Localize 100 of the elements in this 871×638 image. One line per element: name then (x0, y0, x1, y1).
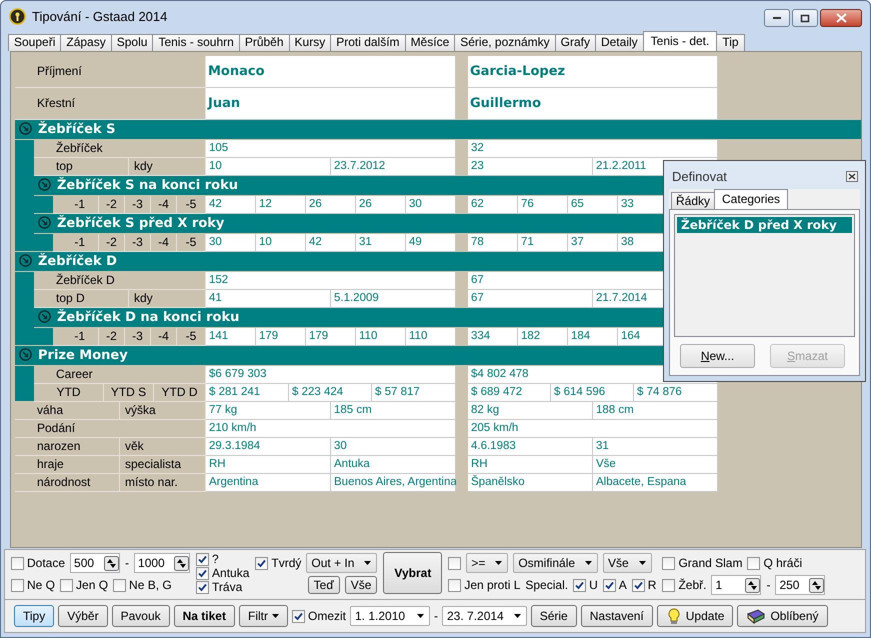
checkbox-label: U (589, 578, 598, 592)
checkbox-label: A (618, 578, 627, 592)
checkbox[interactable] (11, 556, 24, 570)
tab[interactable]: Detaily (594, 34, 644, 51)
button[interactable]: Série (530, 605, 577, 627)
checkbox[interactable] (632, 578, 645, 592)
row-label: -1 (53, 234, 99, 252)
checkbox[interactable] (196, 566, 210, 580)
value-cell: 26 (356, 196, 406, 214)
checkbox-label: ? (212, 552, 219, 566)
checkbox[interactable] (448, 556, 462, 570)
value-cell: 42 (306, 234, 356, 252)
dropdown[interactable]: Vše (603, 553, 652, 573)
row-label: hraje (15, 456, 120, 474)
checkbox-label: Ne Q (27, 578, 56, 592)
caret-icon (585, 561, 592, 565)
tab[interactable]: Průběh (238, 34, 290, 51)
value-cell: 65 (568, 196, 618, 214)
button[interactable]: Teď (308, 576, 340, 594)
tab[interactable]: Kursy (288, 34, 332, 51)
number-field[interactable]: 500 (70, 553, 120, 573)
tab[interactable]: Tip (716, 34, 745, 51)
number-field[interactable]: 1 (711, 575, 762, 595)
checkbox[interactable] (662, 578, 676, 592)
tab[interactable]: Proti dalším (330, 34, 406, 51)
checkbox-label: Jen Q (76, 578, 108, 592)
checkbox[interactable] (747, 556, 760, 570)
value-cell: 105 (206, 140, 456, 158)
section-header[interactable]: Žebříček D na konci roku (34, 308, 664, 328)
value-cell: 31 (356, 234, 406, 252)
checkbox[interactable] (292, 610, 305, 622)
row-label: Křestní (15, 88, 206, 120)
maximize-button[interactable] (792, 9, 818, 27)
tab[interactable]: Spolu (110, 34, 154, 51)
button[interactable]: Výběr (58, 605, 108, 627)
value-cell: $ 614 596 (551, 384, 634, 402)
checkbox[interactable] (602, 578, 616, 592)
number-field[interactable]: 250 (775, 575, 826, 595)
button[interactable]: New... (680, 344, 755, 368)
checkbox-label: Antuka (212, 566, 250, 580)
tab[interactable]: Řádky (671, 192, 716, 209)
tab[interactable]: Tenis - det. (642, 31, 718, 51)
list-item[interactable]: Žebříček D před X roky (677, 217, 852, 233)
date-picker[interactable]: 1. 1.2010 (350, 606, 430, 626)
checkbox[interactable] (11, 578, 24, 592)
tab[interactable]: Soupeři (8, 34, 62, 51)
tab[interactable]: Tenis - souhrn (152, 34, 240, 51)
row-label: specialista (120, 456, 206, 474)
window-title: Tipování - Gstaad 2014 (32, 8, 168, 24)
checkbox-label: Dotace (27, 556, 66, 570)
collapse-icon (19, 348, 32, 364)
value-cell: 23 (468, 158, 593, 176)
value-cell: $ 281 241 (206, 384, 289, 402)
tab[interactable]: Zápasy (60, 34, 112, 51)
section-header[interactable]: Prize Money (15, 346, 664, 366)
tab[interactable]: Série, poznámky (454, 34, 556, 51)
spin-icon (809, 578, 824, 592)
row-label: -4 (151, 234, 177, 252)
value-cell: 184 (568, 328, 618, 346)
checkbox[interactable] (448, 578, 462, 592)
section-header[interactable]: Žebříček S na konci roku (34, 176, 664, 196)
button[interactable]: Tipy (14, 605, 54, 627)
checkbox[interactable] (60, 578, 74, 592)
tab[interactable]: Měsíce (404, 34, 456, 51)
button[interactable]: Nastavení (580, 605, 653, 627)
value-cell: Antuka (331, 456, 456, 474)
dropdown[interactable]: Out + In (306, 553, 378, 573)
checkbox[interactable] (196, 580, 210, 594)
close-button[interactable] (846, 170, 858, 182)
checkbox[interactable] (573, 578, 586, 592)
number-field[interactable]: 1000 (134, 553, 190, 573)
section-header[interactable]: Žebříček S (15, 120, 861, 140)
row-label: národnost (15, 474, 120, 492)
row-label: Career (34, 366, 206, 384)
button[interactable]: Vše (344, 576, 378, 594)
tab[interactable]: Grafy (554, 34, 596, 51)
menu-button[interactable]: Filtr (238, 605, 288, 627)
checkbox-label: R (648, 578, 656, 592)
button[interactable]: Pavouk (112, 605, 170, 627)
checkbox[interactable] (113, 578, 126, 592)
value-cell: 26 (306, 196, 356, 214)
dropdown[interactable]: >= (466, 553, 508, 573)
tab[interactable]: Categories (714, 189, 788, 209)
name-value: Guillermo (468, 88, 718, 120)
button[interactable]: Na tiket (174, 605, 235, 627)
date-picker[interactable]: 23. 7.2014 (442, 606, 527, 626)
row-label: YTD (34, 384, 104, 402)
dropdown[interactable]: Osmifinále (513, 553, 598, 573)
close-button[interactable] (820, 9, 862, 27)
checkbox[interactable] (196, 552, 210, 566)
button[interactable]: Update (656, 605, 734, 627)
section-header[interactable]: Žebříček D (15, 252, 664, 272)
minimize-button[interactable] (764, 9, 790, 27)
row-label: -3 (125, 196, 151, 214)
maximize-icon (800, 14, 810, 22)
button[interactable]: Oblíbený (737, 605, 828, 627)
section-header[interactable]: Žebříček S před X roky (34, 214, 664, 234)
button[interactable]: Vybrat (383, 552, 442, 594)
checkbox[interactable] (255, 556, 268, 570)
checkbox[interactable] (662, 556, 676, 570)
